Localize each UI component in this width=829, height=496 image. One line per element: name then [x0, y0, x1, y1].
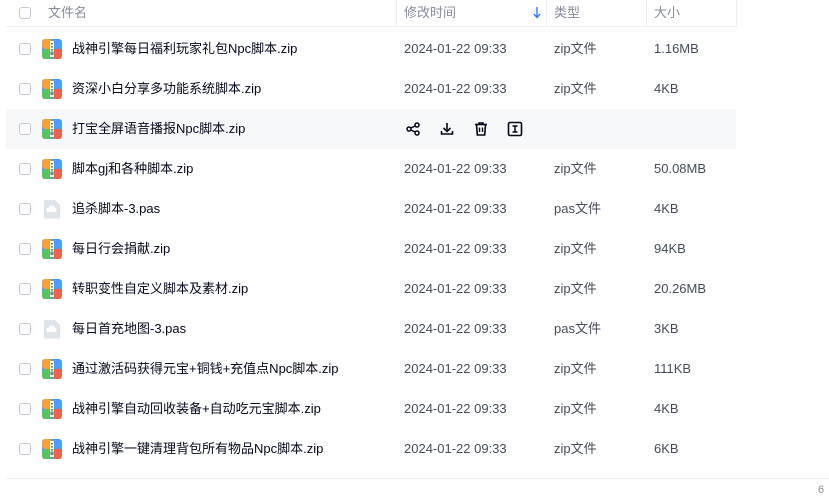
row-checkbox[interactable]: [19, 323, 31, 335]
row-checkbox[interactable]: [19, 163, 31, 175]
file-name[interactable]: 每日首充地图-3.pas: [72, 309, 186, 349]
file-name[interactable]: 战神引擎一键清理背包所有物品Npc脚本.zip: [72, 429, 323, 469]
row-checkbox[interactable]: [19, 43, 31, 55]
column-divider[interactable]: [546, 0, 547, 27]
zip-file-icon: [42, 79, 62, 99]
file-type: zip文件: [554, 281, 597, 296]
zip-file-icon: [42, 279, 62, 299]
file-type: zip文件: [554, 161, 597, 176]
row-checkbox[interactable]: [19, 283, 31, 295]
column-header-time[interactable]: 修改时间: [404, 0, 456, 27]
file-name[interactable]: 打宝全屏语音播报Npc脚本.zip: [72, 109, 245, 149]
table-row[interactable]: 每日首充地图-3.pas 2024-01-22 09:33 pas文件 3KB: [6, 309, 736, 349]
zip-file-icon: [42, 359, 62, 379]
file-size: 111KB: [654, 361, 692, 376]
file-modified-time: 2024-01-22 09:33: [404, 281, 507, 296]
row-checkbox[interactable]: [19, 363, 31, 375]
column-divider[interactable]: [396, 0, 397, 27]
file-name[interactable]: 战神引擎自动回收装备+自动吃元宝脚本.zip: [72, 389, 321, 429]
column-divider[interactable]: [736, 0, 737, 27]
file-name[interactable]: 通过激活码获得元宝+铜钱+充值点Npc脚本.zip: [72, 349, 339, 389]
file-name[interactable]: 每日行会捐献.zip: [72, 229, 170, 269]
row-checkbox[interactable]: [19, 203, 31, 215]
column-header-name[interactable]: 文件名: [48, 0, 87, 27]
table-row[interactable]: 转职变性自定义脚本及素材.zip 2024-01-22 09:33 zip文件 20.…: [6, 269, 736, 309]
table-header: 文件名 修改时间 类型 大小: [6, 0, 829, 27]
file-name[interactable]: 追杀脚本-3.pas: [72, 189, 160, 229]
cloud-file-icon: [42, 199, 62, 219]
file-size: 4KB: [654, 81, 679, 96]
file-modified-time: 2024-01-22 09:33: [404, 41, 507, 56]
file-modified-time: 2024-01-22 09:33: [404, 81, 507, 96]
table-row[interactable]: 通过激活码获得元宝+铜钱+充值点Npc脚本.zip 2024-01-22 09:3…: [6, 349, 736, 389]
cloud-file-icon: [42, 319, 62, 339]
table-row[interactable]: 战神引擎自动回收装备+自动吃元宝脚本.zip 2024-01-22 09:33 zi…: [6, 389, 736, 429]
file-type: zip文件: [554, 41, 597, 56]
select-all-checkbox[interactable]: [19, 7, 31, 19]
more-icon[interactable]: [506, 120, 524, 138]
table-row[interactable]: 每日行会捐献.zip 2024-01-22 09:33 zip文件 94KB: [6, 229, 736, 269]
file-modified-time: 2024-01-22 09:33: [404, 241, 507, 256]
column-header-size[interactable]: 大小: [654, 0, 680, 27]
sort-down-arrow-icon[interactable]: [532, 6, 542, 20]
share-icon[interactable]: [404, 120, 422, 138]
file-size: 6KB: [654, 441, 679, 456]
table-row[interactable]: 战神引擎一键清理背包所有物品Npc脚本.zip 2024-01-22 09:33 z…: [6, 429, 736, 469]
file-modified-time: 2024-01-22 09:33: [404, 161, 507, 176]
file-type: zip文件: [554, 441, 597, 456]
file-name[interactable]: 战神引擎每日福利玩家礼包Npc脚本.zip: [72, 29, 297, 69]
file-modified-time: 2024-01-22 09:33: [404, 441, 507, 456]
file-list-table: 文件名 修改时间 类型 大小 战神引擎每日福利玩家礼包Npc脚本.zip 2024…: [6, 0, 829, 459]
zip-file-icon: [42, 399, 62, 419]
table-row[interactable]: 打宝全屏语音播报Npc脚本.zip: [6, 109, 736, 149]
file-name[interactable]: 资深小白分享多功能系统脚本.zip: [72, 69, 261, 109]
file-modified-time: 2024-01-22 09:33: [404, 201, 507, 216]
zip-file-icon: [42, 239, 62, 259]
download-icon[interactable]: [438, 120, 456, 138]
table-row[interactable]: 战神引擎每日福利玩家礼包Npc脚本.zip 2024-01-22 09:33 zip…: [6, 29, 736, 69]
row-checkbox[interactable]: [19, 443, 31, 455]
file-size: 20.26MB: [654, 281, 707, 296]
file-modified-time: 2024-01-22 09:33: [404, 401, 507, 416]
file-type: zip文件: [554, 361, 597, 376]
file-type: zip文件: [554, 81, 597, 96]
column-header-type[interactable]: 类型: [554, 0, 580, 27]
file-size: 50.08MB: [654, 161, 707, 176]
row-checkbox[interactable]: [19, 123, 31, 135]
row-checkbox[interactable]: [19, 83, 31, 95]
file-type: zip文件: [554, 401, 597, 416]
table-row[interactable]: 追杀脚本-3.pas 2024-01-22 09:33 pas文件 4KB: [6, 189, 736, 229]
file-name[interactable]: 脚本gj和各种脚本.zip: [72, 149, 193, 189]
file-size: 3KB: [654, 321, 679, 336]
file-modified-time: 2024-01-22 09:33: [404, 321, 507, 336]
file-size: 4KB: [654, 201, 679, 216]
file-modified-time: 2024-01-22 09:33: [404, 361, 507, 376]
file-type: pas文件: [554, 201, 601, 216]
row-checkbox[interactable]: [19, 403, 31, 415]
zip-file-icon: [42, 119, 62, 139]
file-type: pas文件: [554, 321, 601, 336]
row-checkbox[interactable]: [19, 243, 31, 255]
footer-count: 6: [818, 484, 825, 496]
column-divider[interactable]: [646, 0, 647, 27]
file-size: 1.16MB: [654, 41, 699, 56]
file-size: 4KB: [654, 401, 679, 416]
table-row[interactable]: 资深小白分享多功能系统脚本.zip 2024-01-22 09:33 zip文件 4K…: [6, 69, 736, 109]
file-type: zip文件: [554, 241, 597, 256]
zip-file-icon: [42, 159, 62, 179]
zip-file-icon: [42, 439, 62, 459]
file-size: 94KB: [654, 241, 686, 256]
table-row[interactable]: 脚本gj和各种脚本.zip 2024-01-22 09:33 zip文件 50.08M…: [6, 149, 736, 189]
delete-icon[interactable]: [472, 120, 490, 138]
zip-file-icon: [42, 39, 62, 59]
file-name[interactable]: 转职变性自定义脚本及素材.zip: [72, 269, 248, 309]
